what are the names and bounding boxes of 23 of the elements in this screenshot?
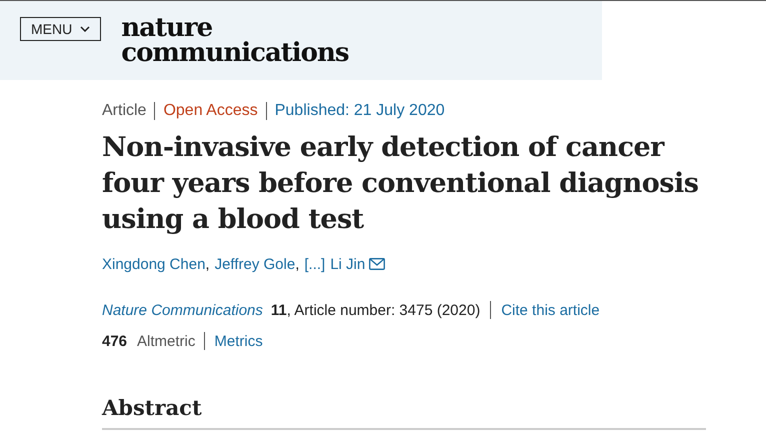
- article-meta: Open Access: [162, 102, 259, 120]
- altmetric-label: Altmetric: [137, 332, 196, 350]
- author-link[interactable]: Li Jin: [330, 256, 366, 272]
- menu-button[interactable]: MENU: [20, 17, 102, 41]
- mail-icon[interactable]: [369, 258, 386, 270]
- journal-link[interactable]: Nature Communications: [102, 302, 263, 318]
- comma-separator: ,: [295, 256, 300, 272]
- article-meta: Published: 21 July 2020: [274, 102, 446, 120]
- metrics-link[interactable]: Metrics: [214, 332, 263, 350]
- logo-text: nature: [121, 16, 212, 41]
- logo-text: communications: [121, 41, 349, 66]
- comma-separator: ,: [205, 256, 210, 272]
- article-number: , Article number: 3475 (2020): [286, 302, 480, 318]
- author-link[interactable]: Jeffrey Gole: [214, 256, 296, 272]
- cite-link[interactable]: Cite this article: [501, 302, 600, 318]
- article-meta: Article: [102, 102, 148, 120]
- article-title: Non-invasive early detection of cancer four years before conventional diagnosis using a blood test: [102, 131, 700, 237]
- chevron-down-icon: [80, 26, 90, 32]
- author-link[interactable]: Xingdong Chen: [102, 256, 206, 272]
- volume-number: 11: [270, 302, 287, 318]
- altmetric-score: 476: [102, 332, 128, 350]
- section-heading: Abstract: [102, 395, 202, 420]
- author-link[interactable]: [...]: [304, 256, 326, 272]
